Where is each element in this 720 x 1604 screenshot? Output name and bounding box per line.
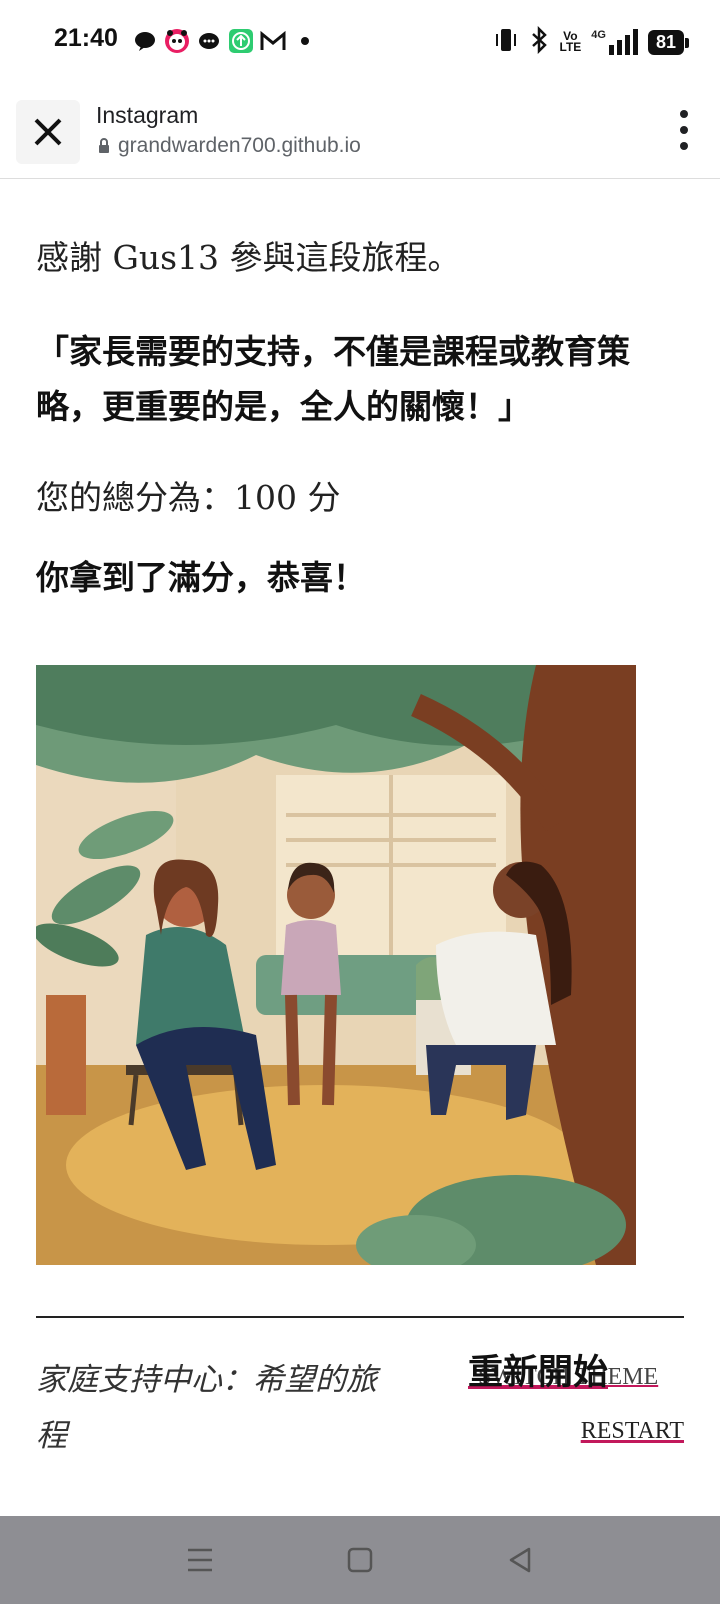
score-text: 您的總分為：100 分: [36, 478, 341, 517]
congrats-text: 你拿到了滿分，恭喜！: [36, 558, 366, 597]
thanks-message: 感謝 Gus13 參與這段旅程。: [36, 238, 461, 277]
system-indicators: Vo LTE 4G 81: [494, 25, 690, 58]
site-title: 家庭支持中心：希望的旅程: [36, 1362, 377, 1454]
vibrate-icon: [494, 26, 518, 58]
main-content: 感謝 Gus13 參與這段旅程。 「家長需要的支持，不僅是課程或教育策略，更重要…: [36, 238, 684, 638]
status-time: 21:40: [54, 24, 118, 52]
mail-icon: [260, 28, 286, 54]
lock-icon: [99, 138, 109, 153]
menu-dot-icon: [680, 110, 688, 118]
chat-icon: [132, 28, 158, 54]
close-button[interactable]: [16, 100, 80, 164]
menu-dot-icon: [680, 142, 688, 150]
panda-icon: [164, 28, 190, 54]
close-icon: [34, 118, 62, 146]
browser-toolbar: Instagram grandwarden700.github.io: [0, 96, 720, 179]
restart-link[interactable]: RESTART: [581, 1418, 684, 1445]
footer-divider: [36, 1316, 684, 1318]
back-button[interactable]: [500, 1540, 540, 1580]
volte-indicator: Vo LTE: [559, 29, 582, 54]
upload-icon: [228, 28, 254, 54]
network-type: 4G: [591, 29, 606, 41]
page-title: Instagram: [96, 102, 199, 128]
system-navigation-bar: [0, 1516, 720, 1604]
battery-indicator: 81: [647, 29, 690, 55]
url-display[interactable]: grandwarden700.github.io: [98, 134, 361, 158]
overflow-menu-button[interactable]: [674, 110, 694, 150]
restart-link-cn[interactable]: 重新開始: [468, 1344, 608, 1395]
notification-icons: [132, 28, 318, 54]
menu-icon: [188, 1548, 212, 1572]
recents-button[interactable]: [180, 1540, 220, 1580]
menu-dot-icon: [680, 126, 688, 134]
quote-text: 「家長需要的支持，不僅是課程或教育策略，更重要的是，全人的關懷！」: [36, 332, 630, 426]
back-triangle-icon: [509, 1547, 531, 1573]
home-square-icon: [347, 1547, 373, 1573]
home-button[interactable]: [340, 1540, 380, 1580]
illustration-image: [36, 665, 636, 1265]
dot-icon: [292, 28, 318, 54]
status-bar: 21:40 Vo LTE 4G 81: [0, 0, 720, 84]
chat-bubble-icon: [196, 28, 222, 54]
bluetooth-icon: [528, 25, 550, 58]
signal-icon: 4G: [591, 29, 638, 55]
url-text: grandwarden700.github.io: [118, 134, 361, 157]
